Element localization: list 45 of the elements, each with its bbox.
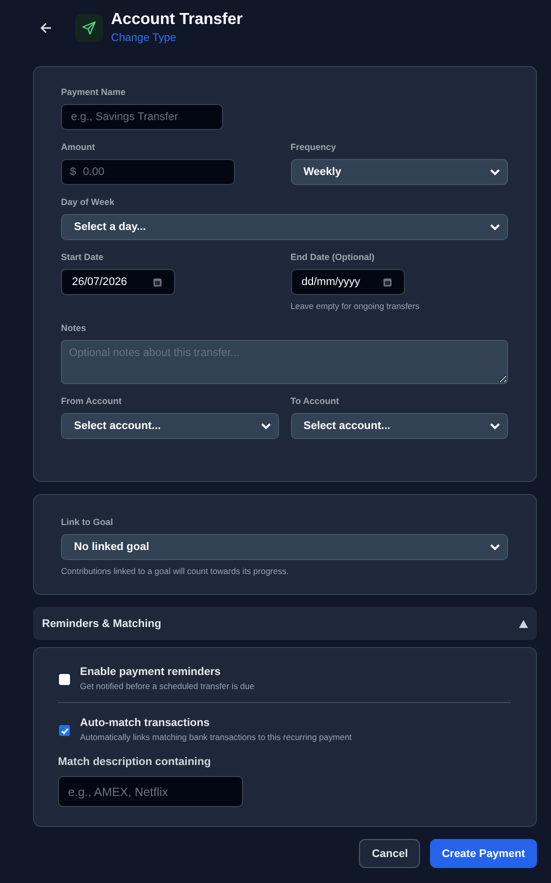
cancel-button[interactable]: Cancel <box>358 839 420 868</box>
hint-text: Leave empty for ongoing transfers <box>290 301 420 311</box>
notes-field[interactable]: Optional notes about this transfer... <box>61 340 508 384</box>
chevron-down-icon <box>490 422 500 430</box>
page-title: Account Transfer <box>111 11 243 29</box>
end-date-field[interactable]: dd/mm/yyyy <box>290 269 404 295</box>
chevron-down-icon <box>490 168 500 176</box>
field-label: Frequency <box>290 142 336 152</box>
triangle-icon <box>519 620 528 628</box>
field-label: From Account <box>61 396 122 406</box>
checkbox[interactable] <box>59 725 70 736</box>
chevron-down-icon <box>490 224 500 230</box>
back-arrow-icon[interactable] <box>40 22 52 34</box>
paper-plane-icon <box>75 14 103 42</box>
from-account-select[interactable]: Select account... <box>61 413 278 439</box>
goal-select[interactable]: No linked goal <box>61 534 508 560</box>
field-label: Day of Week <box>61 197 114 207</box>
checkbox[interactable] <box>59 674 70 685</box>
start-date-field[interactable]: 26/07/2026 <box>61 269 175 295</box>
option-label: Auto-match transactions <box>80 717 211 729</box>
field-label: Notes <box>61 323 86 333</box>
section-header[interactable]: Reminders & Matching <box>33 607 537 640</box>
match-description-field[interactable]: e.g., AMEX, Netflix <box>58 776 243 807</box>
field-label: End Date (Optional) <box>290 252 374 262</box>
field-label: Amount <box>61 142 95 152</box>
day-of-week-select[interactable]: Select a day... <box>61 214 508 240</box>
to-account-select[interactable]: Select account... <box>290 413 508 439</box>
field-label: Payment Name <box>61 87 126 97</box>
option-description: Automatically links matching bank transactions to this recurring payment <box>80 732 352 742</box>
field-label: Match description containing <box>58 756 211 768</box>
calendar-icon <box>382 278 392 286</box>
field-label: Start Date <box>61 252 104 262</box>
chevron-down-icon <box>490 544 500 550</box>
field-label: Link to Goal <box>61 517 114 527</box>
change-type-link[interactable]: Change Type <box>111 32 176 44</box>
calendar-icon <box>153 278 162 286</box>
create-payment-button[interactable]: Create Payment <box>430 839 537 868</box>
hint-text: Contributions linked to a goal will count towards its progress. <box>61 566 289 576</box>
chevron-down-icon <box>260 422 270 430</box>
option-description: Get notified before a scheduled transfer is due <box>80 681 254 691</box>
currency-symbol: $ <box>70 166 76 178</box>
option-label: Enable payment reminders <box>80 666 222 678</box>
frequency-select[interactable]: Weekly <box>290 159 508 185</box>
payment-name-field[interactable]: e.g., Savings Transfer <box>61 104 223 130</box>
field-label: To Account <box>290 396 339 406</box>
